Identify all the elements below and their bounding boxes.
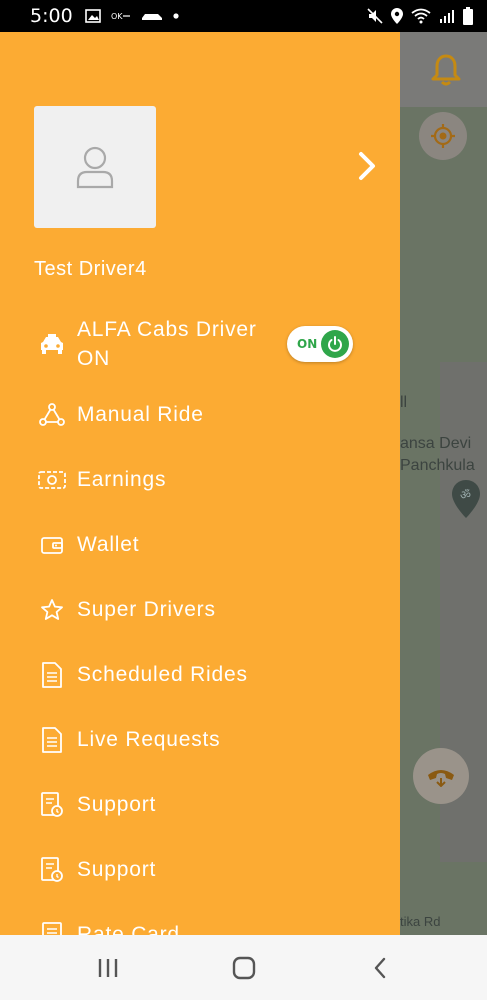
my-location-button[interactable] — [419, 112, 467, 160]
menu-item-super-drivers[interactable]: Super Drivers — [0, 578, 400, 642]
avatar[interactable] — [34, 106, 156, 228]
system-nav-bar — [0, 935, 487, 1000]
home-icon — [232, 956, 256, 980]
menu-item-support[interactable]: Support — [0, 773, 400, 837]
home-button[interactable] — [226, 953, 262, 983]
image-icon — [84, 9, 101, 23]
recents-icon — [98, 959, 118, 977]
battery-icon — [463, 7, 473, 25]
menu-item-label: Support — [77, 858, 157, 881]
card-icon — [38, 921, 66, 935]
back-icon — [374, 957, 386, 979]
chevron-right-icon — [359, 152, 375, 180]
location-icon — [391, 8, 403, 24]
signal-icon — [439, 8, 455, 24]
taxi-icon — [38, 330, 66, 358]
menu-item-label: Live Requests — [77, 728, 221, 751]
menu-item-earnings[interactable]: Earnings — [0, 448, 400, 512]
status-time: 5:00 — [30, 5, 73, 27]
back-button[interactable] — [362, 953, 398, 983]
bell-icon — [431, 54, 461, 86]
wifi-icon — [411, 8, 431, 24]
wallet-icon — [38, 531, 66, 559]
recents-button[interactable] — [90, 953, 126, 983]
toggle-label: ON — [297, 337, 318, 351]
map-pin-icon: ॐ — [452, 480, 480, 523]
menu-item-label: Rate Card — [77, 923, 180, 935]
driver-name: Test Driver4 — [34, 258, 147, 280]
svg-text:OK: OK — [111, 12, 123, 21]
menu-item-label: ALFA Cabs Driver ON — [77, 318, 257, 370]
profile-chevron-button[interactable] — [354, 150, 380, 182]
menu-item-wallet[interactable]: Wallet — [0, 513, 400, 577]
crosshair-icon — [431, 124, 455, 148]
menu-item-scheduled-rides[interactable]: Scheduled Rides — [0, 643, 400, 707]
share-nodes-icon — [38, 401, 66, 429]
menu-item-label: Manual Ride — [77, 403, 204, 426]
car-icon — [141, 11, 163, 21]
dot-icon — [173, 13, 179, 19]
menu-item-label: Scheduled Rides — [77, 663, 248, 686]
status-bar: 5:00 OK — [0, 0, 487, 32]
menu-item-manual-ride[interactable]: Manual Ride — [0, 383, 400, 447]
map-label: tika Rd — [400, 914, 441, 929]
support-doc-icon — [38, 791, 66, 819]
star-icon — [38, 596, 66, 624]
power-icon — [328, 336, 342, 352]
map-label: ll — [400, 394, 408, 411]
map-view[interactable]: ll ansa Devi Panchkula tika Rd ॐ — [400, 32, 487, 935]
phone-hangup-icon — [428, 770, 454, 787]
call-button[interactable] — [413, 748, 469, 804]
menu-item-label: Earnings — [77, 468, 167, 491]
menu-item-label: Wallet — [77, 533, 140, 556]
driver-online-toggle[interactable]: ON — [287, 326, 353, 362]
menu-item-live-requests[interactable]: Live Requests — [0, 708, 400, 772]
menu-item-label: Super Drivers — [77, 598, 216, 621]
support-doc-icon — [38, 856, 66, 884]
money-icon — [38, 466, 66, 494]
svg-text:ॐ: ॐ — [460, 488, 471, 502]
map-label: ansa Devi — [400, 435, 472, 452]
menu-item-support[interactable]: Support — [0, 838, 400, 902]
notification-icon: OK — [111, 11, 131, 21]
notification-bell-button[interactable] — [428, 52, 464, 88]
menu-item-label: Support — [77, 793, 157, 816]
mute-icon — [367, 8, 383, 24]
document-icon — [38, 661, 66, 689]
navigation-drawer: Test Driver4 ALFA Cabs Driver ON ON Manu… — [0, 32, 400, 935]
document-icon — [38, 726, 66, 754]
map-label: Panchkula — [400, 457, 475, 474]
menu-item-rate-card[interactable]: Rate Card — [0, 903, 400, 935]
user-icon — [76, 146, 114, 189]
